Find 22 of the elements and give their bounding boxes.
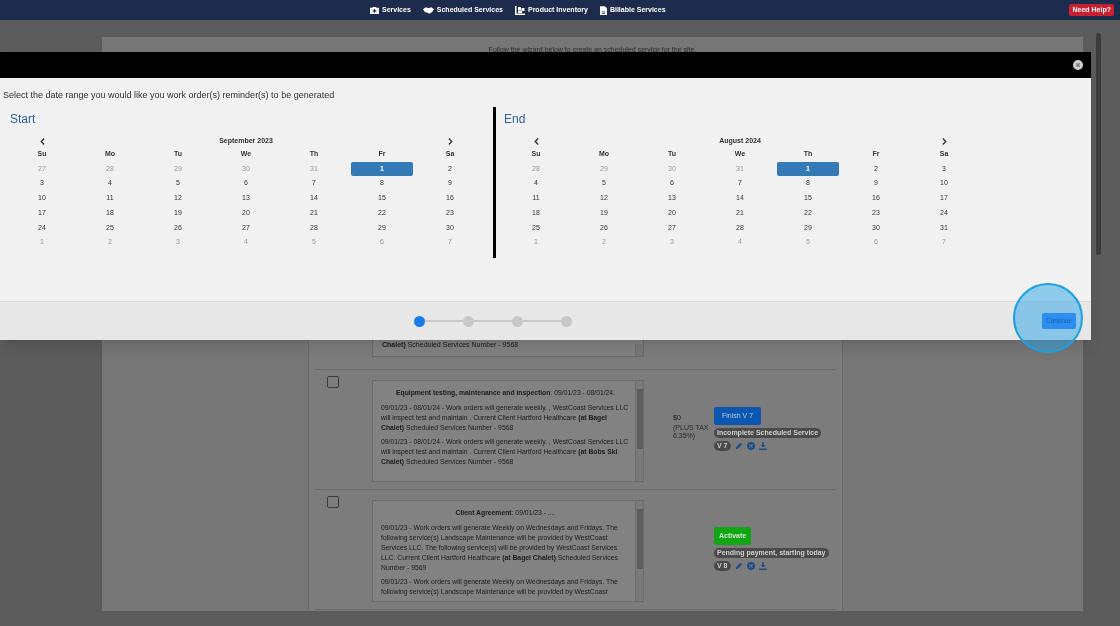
calendar-heading: Start: [9, 111, 37, 128]
scrollbar[interactable]: [635, 501, 643, 601]
calendar-heading: End: [503, 111, 527, 128]
pencil-icon[interactable]: [734, 562, 743, 570]
prompt-text: Select the date range you would like you work order(s) reminder(s) to be generated: [2, 90, 336, 100]
scrollbar[interactable]: [635, 381, 643, 481]
checkbox[interactable]: [327, 496, 339, 508]
download-icon[interactable]: [758, 442, 767, 450]
checkbox[interactable]: [327, 376, 339, 388]
next-month-icon[interactable]: [941, 137, 947, 145]
download-icon[interactable]: [758, 562, 767, 570]
previous-month-icon[interactable]: [533, 137, 539, 145]
document-icon: [599, 5, 607, 15]
close-icon[interactable]: [1073, 60, 1083, 70]
shelves-icon: [514, 5, 525, 15]
handshake-icon: [422, 6, 434, 14]
scrollbar-thumb[interactable]: [1096, 33, 1101, 255]
previous-month-icon[interactable]: [39, 137, 45, 145]
pencil-icon[interactable]: [734, 442, 743, 450]
scrollbar[interactable]: [635, 344, 643, 356]
next-month-icon[interactable]: [447, 137, 453, 145]
medical-kit-icon: [370, 6, 379, 14]
